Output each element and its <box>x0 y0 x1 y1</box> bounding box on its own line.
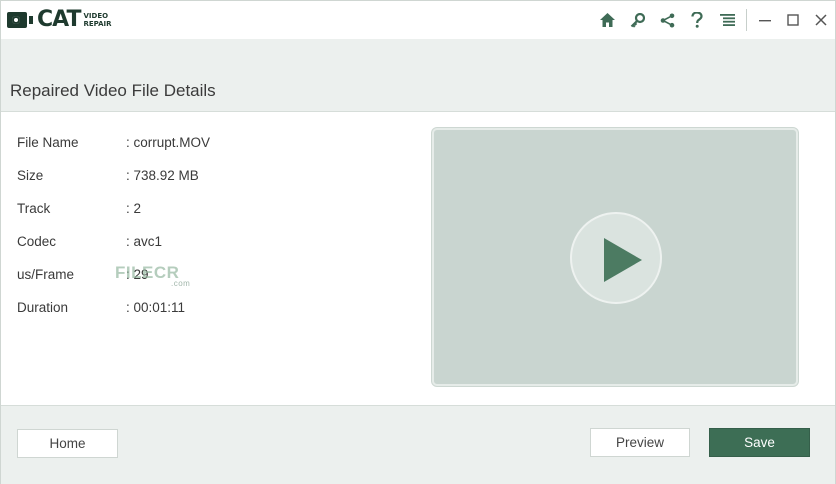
camera-logo-icon <box>7 12 27 28</box>
detail-value: : corrupt.MOV <box>126 135 211 150</box>
detail-label: Size <box>17 168 44 183</box>
detail-label: File Name <box>17 135 79 150</box>
detail-value: : avc1 <box>126 234 163 249</box>
page-header: Repaired Video File Details <box>1 39 835 112</box>
logo-subtitle: VIDEO REPAIR <box>83 12 111 28</box>
app-window: CAT VIDEO REPAIR Repaired Video File Det… <box>0 0 836 484</box>
key-icon[interactable] <box>622 1 652 39</box>
home-icon[interactable] <box>592 1 622 39</box>
detail-label: us/Frame <box>17 267 75 282</box>
preview-button[interactable]: Preview <box>590 428 690 457</box>
toolbar-divider <box>746 9 747 31</box>
watermark: FILECR .com <box>115 263 190 288</box>
video-preview[interactable] <box>432 128 798 386</box>
detail-value: : 2 <box>126 201 142 216</box>
watermark-text: FILECR <box>115 263 180 282</box>
menu-icon[interactable] <box>712 1 742 39</box>
toolbar <box>592 1 835 39</box>
maximize-icon[interactable] <box>779 1 807 39</box>
page-title: Repaired Video File Details <box>10 81 216 100</box>
detail-value: : 738.92 MB <box>126 168 199 183</box>
title-bar: CAT VIDEO REPAIR <box>1 1 835 39</box>
app-logo: CAT VIDEO REPAIR <box>7 7 112 33</box>
logo-subtitle-line2: REPAIR <box>83 20 112 28</box>
share-icon[interactable] <box>652 1 682 39</box>
watermark-subtext: .com <box>171 279 191 288</box>
detail-label: Track <box>17 201 51 216</box>
detail-label: Duration <box>17 300 69 315</box>
close-icon[interactable] <box>807 1 835 39</box>
footer-bar: Home Preview Save <box>1 405 835 484</box>
detail-value: : 00:01:11 <box>126 300 186 315</box>
help-icon[interactable] <box>682 1 712 39</box>
logo-subtitle-line1: VIDEO <box>83 12 109 20</box>
logo-mark <box>29 16 33 24</box>
save-button[interactable]: Save <box>709 428 810 457</box>
logo-text: CAT <box>37 7 81 32</box>
minimize-icon[interactable] <box>751 1 779 39</box>
play-icon[interactable] <box>570 212 662 304</box>
detail-label: Codec <box>17 234 57 249</box>
home-button[interactable]: Home <box>17 429 118 458</box>
